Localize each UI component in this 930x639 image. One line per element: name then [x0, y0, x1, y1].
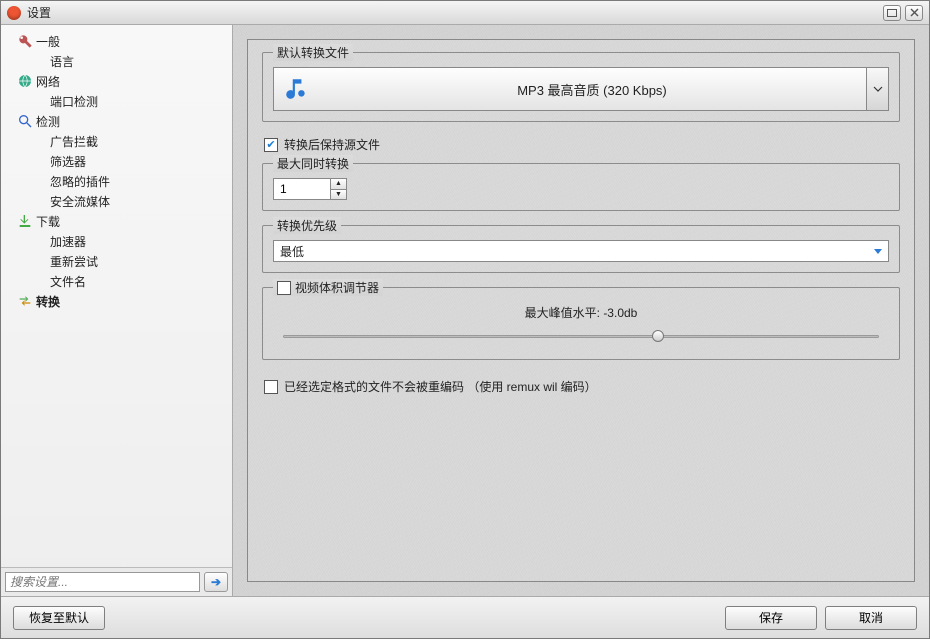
window-buttons	[883, 5, 923, 21]
search-input[interactable]	[5, 572, 200, 592]
tree-item-1[interactable]: 语言	[11, 51, 232, 71]
tree-item-13[interactable]: 转换	[11, 291, 232, 311]
globe-icon	[16, 73, 34, 89]
group-volume-legend: 视频体积调节器	[295, 279, 379, 296]
title-bar: 设置	[1, 1, 929, 25]
tree-item-2[interactable]: 网络	[11, 71, 232, 91]
tree-item-label: 下载	[34, 213, 60, 230]
group-volume: 视频体积调节器 最大峰值水平: -3.0db	[262, 287, 900, 360]
tree-item-label: 文件名	[48, 273, 86, 290]
tree-item-label: 安全流媒体	[48, 193, 110, 210]
convert-panel: 默认转换文件 MP3 最高音质 (320 Kbps) ✔ 转换后保持源文件	[247, 39, 915, 582]
tree-item-label: 重新尝试	[48, 253, 98, 270]
app-icon	[7, 6, 21, 20]
music-icon	[274, 76, 318, 102]
close-icon	[910, 8, 919, 17]
volume-caption: 最大峰值水平: -3.0db	[283, 304, 879, 321]
group-default-profile: 默认转换文件 MP3 最高音质 (320 Kbps)	[262, 52, 900, 122]
content-area: 默认转换文件 MP3 最高音质 (320 Kbps) ✔ 转换后保持源文件	[233, 25, 929, 596]
maximize-icon	[887, 9, 897, 17]
tree-item-12[interactable]: 文件名	[11, 271, 232, 291]
group-max-concurrent-legend: 最大同时转换	[273, 155, 353, 172]
tree-item-label: 加速器	[48, 233, 86, 250]
tree-item-label: 筛选器	[48, 153, 86, 170]
tree-item-label: 检测	[34, 113, 60, 130]
sidebar: 一般语言网络端口检测检测广告拦截筛选器忽略的插件安全流媒体下载加速器重新尝试文件…	[1, 25, 233, 596]
tree-item-label: 网络	[34, 73, 60, 90]
spin-up-button[interactable]: ▲	[331, 179, 346, 189]
close-button[interactable]	[905, 5, 923, 21]
slider-track	[283, 335, 879, 338]
footer: 恢复至默认 保存 取消	[1, 596, 929, 638]
group-max-concurrent: 最大同时转换 ▲ ▼	[262, 163, 900, 211]
tree-item-9[interactable]: 下载	[11, 211, 232, 231]
tree-item-label: 端口检测	[48, 93, 98, 110]
group-priority: 转换优先级 最低	[262, 225, 900, 273]
tree-item-6[interactable]: 筛选器	[11, 151, 232, 171]
tree-item-3[interactable]: 端口检测	[11, 91, 232, 111]
chevron-down-icon[interactable]	[866, 68, 888, 110]
tree-item-10[interactable]: 加速器	[11, 231, 232, 251]
spin-down-button[interactable]: ▼	[331, 189, 346, 200]
arrow-right-icon: ➔	[211, 575, 221, 589]
volume-slider[interactable]	[283, 329, 879, 343]
tree-item-label: 转换	[34, 293, 60, 310]
tree-item-8[interactable]: 安全流媒体	[11, 191, 232, 211]
max-concurrent-input[interactable]	[274, 179, 330, 199]
wrench-icon	[16, 33, 34, 49]
remux-row: ✔ 已经选定格式的文件不会被重编码 （使用 remux wil 编码）	[264, 378, 900, 395]
priority-select[interactable]: 最低	[273, 240, 889, 262]
priority-value: 最低	[280, 243, 868, 260]
settings-tree: 一般语言网络端口检测检测广告拦截筛选器忽略的插件安全流媒体下载加速器重新尝试文件…	[1, 25, 232, 567]
save-button[interactable]: 保存	[725, 606, 817, 630]
tree-item-label: 忽略的插件	[48, 173, 110, 190]
keep-source-checkbox[interactable]: ✔	[264, 138, 278, 152]
keep-source-label: 转换后保持源文件	[284, 136, 380, 153]
magnifier-icon	[16, 113, 34, 129]
default-profile-select[interactable]: MP3 最高音质 (320 Kbps)	[273, 67, 889, 111]
cancel-button[interactable]: 取消	[825, 606, 917, 630]
tree-item-0[interactable]: 一般	[11, 31, 232, 51]
volume-enable-checkbox[interactable]	[277, 281, 291, 295]
remux-label: 已经选定格式的文件不会被重编码 （使用 remux wil 编码）	[284, 378, 597, 395]
remux-checkbox[interactable]: ✔	[264, 380, 278, 394]
settings-window: 设置 一般语言网络端口检测检测广告拦截筛选器忽略的插件安全流媒体下载加速器重新尝…	[0, 0, 930, 639]
slider-thumb[interactable]	[652, 330, 664, 342]
max-concurrent-spinner[interactable]: ▲ ▼	[273, 178, 347, 200]
tree-item-label: 广告拦截	[48, 133, 98, 150]
tree-item-11[interactable]: 重新尝试	[11, 251, 232, 271]
maximize-button[interactable]	[883, 5, 901, 21]
body: 一般语言网络端口检测检测广告拦截筛选器忽略的插件安全流媒体下载加速器重新尝试文件…	[1, 25, 929, 596]
download-icon	[16, 213, 34, 229]
group-priority-legend: 转换优先级	[273, 217, 341, 234]
search-bar: ➔	[1, 567, 232, 596]
keep-source-row: ✔ 转换后保持源文件	[264, 136, 900, 153]
tree-item-label: 语言	[48, 53, 74, 70]
restore-defaults-button[interactable]: 恢复至默认	[13, 606, 105, 630]
group-default-profile-legend: 默认转换文件	[273, 44, 353, 61]
convert-icon	[16, 293, 34, 309]
tree-item-4[interactable]: 检测	[11, 111, 232, 131]
window-title: 设置	[27, 4, 883, 21]
tree-item-7[interactable]: 忽略的插件	[11, 171, 232, 191]
volume-slider-wrap: 最大峰值水平: -3.0db	[273, 302, 889, 349]
search-go-button[interactable]: ➔	[204, 572, 228, 592]
tree-item-5[interactable]: 广告拦截	[11, 131, 232, 151]
default-profile-label: MP3 最高音质 (320 Kbps)	[318, 80, 866, 99]
tree-item-label: 一般	[34, 33, 60, 50]
dropdown-arrow-icon	[868, 244, 888, 258]
spinner-buttons: ▲ ▼	[330, 179, 346, 199]
